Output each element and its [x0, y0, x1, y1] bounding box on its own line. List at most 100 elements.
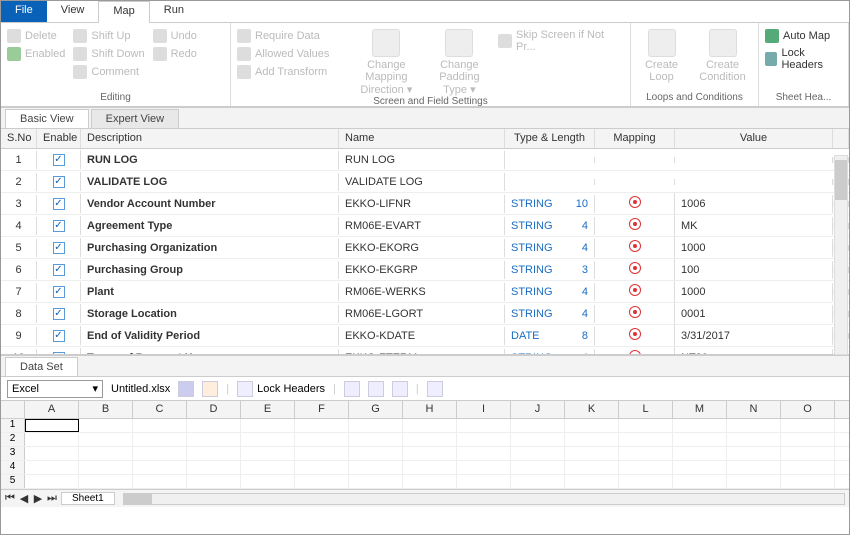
cell-value[interactable]	[675, 157, 833, 163]
open-icon[interactable]	[202, 381, 218, 397]
cell-enable[interactable]: ✓	[37, 216, 81, 235]
sheet-nav-next-icon[interactable]: ▶	[33, 492, 43, 505]
col-type[interactable]: Type & Length	[505, 129, 595, 148]
menu-map[interactable]: Map	[98, 1, 149, 23]
cell-type[interactable]	[505, 179, 595, 185]
cell[interactable]	[349, 447, 403, 460]
btn-change-mapping[interactable]: Change Mapping Direction ▾	[352, 29, 420, 96]
cell-type[interactable]: STRING4	[505, 305, 595, 323]
grid-vscroll[interactable]	[834, 155, 848, 355]
cell[interactable]	[187, 475, 241, 488]
cell[interactable]	[457, 419, 511, 432]
cell[interactable]	[25, 433, 79, 446]
cell[interactable]	[619, 447, 673, 460]
table-row[interactable]: 8✓Storage LocationRM06E-LGORTSTRING40001	[1, 303, 849, 325]
spreadsheet-corner[interactable]	[1, 401, 25, 418]
btn-lockheaders[interactable]: Lock Headers	[781, 47, 842, 71]
cell[interactable]	[349, 433, 403, 446]
cell[interactable]	[673, 433, 727, 446]
cell-enable[interactable]: ✓	[37, 238, 81, 257]
col-header[interactable]: I	[457, 401, 511, 418]
cell[interactable]	[25, 461, 79, 474]
cell-value[interactable]: 1006	[675, 195, 833, 213]
table-row[interactable]: 5✓Purchasing OrganizationEKKO-EKORGSTRIN…	[1, 237, 849, 259]
btn-skip[interactable]: Skip Screen if Not Pr...	[516, 29, 624, 53]
btn-create-condition[interactable]: Create Condition	[694, 29, 752, 83]
btn-undo[interactable]: Undo	[171, 30, 197, 42]
col-header[interactable]: M	[673, 401, 727, 418]
row-header[interactable]: 1	[1, 419, 25, 432]
tab-basic-view[interactable]: Basic View	[5, 109, 89, 128]
btn-ds-lockheaders[interactable]: Lock Headers	[257, 383, 325, 395]
menu-run[interactable]: Run	[150, 1, 198, 22]
cell-mapping[interactable]	[595, 303, 675, 324]
cell[interactable]	[241, 475, 295, 488]
cell[interactable]	[187, 419, 241, 432]
cell[interactable]	[781, 461, 835, 474]
cell-mapping[interactable]	[595, 281, 675, 302]
cell-type[interactable]	[505, 157, 595, 163]
cell[interactable]	[403, 447, 457, 460]
btn-shiftdown[interactable]: Shift Down	[91, 48, 144, 60]
cell[interactable]	[25, 475, 79, 488]
cell[interactable]	[79, 433, 133, 446]
cell-type[interactable]: STRING4	[505, 283, 595, 301]
col-header[interactable]: L	[619, 401, 673, 418]
cell-type[interactable]: STRING10	[505, 195, 595, 213]
cell-mapping[interactable]	[595, 179, 675, 185]
col-header[interactable]: E	[241, 401, 295, 418]
tab-dataset[interactable]: Data Set	[5, 357, 78, 376]
cell-mapping[interactable]	[595, 215, 675, 236]
table-row[interactable]: 9✓End of Validity PeriodEKKO-KDATEDATE83…	[1, 325, 849, 347]
cell[interactable]	[403, 419, 457, 432]
cell[interactable]	[133, 461, 187, 474]
btn-require[interactable]: Require Data	[255, 30, 320, 42]
cell[interactable]	[511, 447, 565, 460]
ds-tool-1-icon[interactable]	[344, 381, 360, 397]
cell[interactable]	[619, 475, 673, 488]
cell-enable[interactable]: ✓	[37, 172, 81, 191]
save-icon[interactable]	[178, 381, 194, 397]
cell[interactable]	[511, 419, 565, 432]
row-header[interactable]: 5	[1, 475, 25, 488]
cell-mapping[interactable]	[595, 237, 675, 258]
row-header[interactable]: 2	[1, 433, 25, 446]
cell[interactable]	[565, 475, 619, 488]
sheet-nav-prev-icon[interactable]: ◀	[19, 492, 29, 505]
cell[interactable]	[565, 461, 619, 474]
cell-mapping[interactable]	[595, 259, 675, 280]
row-header[interactable]: 4	[1, 461, 25, 474]
cell-mapping[interactable]	[595, 157, 675, 163]
cell-mapping[interactable]	[595, 193, 675, 214]
cell[interactable]	[349, 419, 403, 432]
btn-comment[interactable]: Comment	[91, 66, 139, 78]
cell-enable[interactable]: ✓	[37, 194, 81, 213]
cell[interactable]	[781, 475, 835, 488]
cell[interactable]	[295, 475, 349, 488]
cell[interactable]	[403, 461, 457, 474]
cell[interactable]	[727, 433, 781, 446]
col-header[interactable]: K	[565, 401, 619, 418]
cell-value[interactable]: 1000	[675, 283, 833, 301]
cell[interactable]	[25, 419, 79, 432]
table-row[interactable]: 4✓Agreement TypeRM06E-EVARTSTRING4MK	[1, 215, 849, 237]
cell[interactable]	[781, 433, 835, 446]
cell-enable[interactable]: ✓	[37, 150, 81, 169]
col-header[interactable]: A	[25, 401, 79, 418]
cell[interactable]	[241, 461, 295, 474]
cell[interactable]	[295, 433, 349, 446]
cell[interactable]	[619, 419, 673, 432]
cell-enable[interactable]: ✓	[37, 282, 81, 301]
col-enable[interactable]: Enable	[37, 129, 81, 148]
col-mapping[interactable]: Mapping	[595, 129, 675, 148]
tab-expert-view[interactable]: Expert View	[91, 109, 180, 128]
cell[interactable]	[727, 461, 781, 474]
cell[interactable]	[673, 475, 727, 488]
cell-mapping[interactable]	[595, 347, 675, 354]
cell[interactable]	[565, 419, 619, 432]
cell[interactable]	[25, 447, 79, 460]
cell-value[interactable]: 100	[675, 261, 833, 279]
col-header[interactable]: J	[511, 401, 565, 418]
btn-change-padding[interactable]: Change Padding Type ▾	[428, 29, 490, 96]
ds-tool-2-icon[interactable]	[368, 381, 384, 397]
